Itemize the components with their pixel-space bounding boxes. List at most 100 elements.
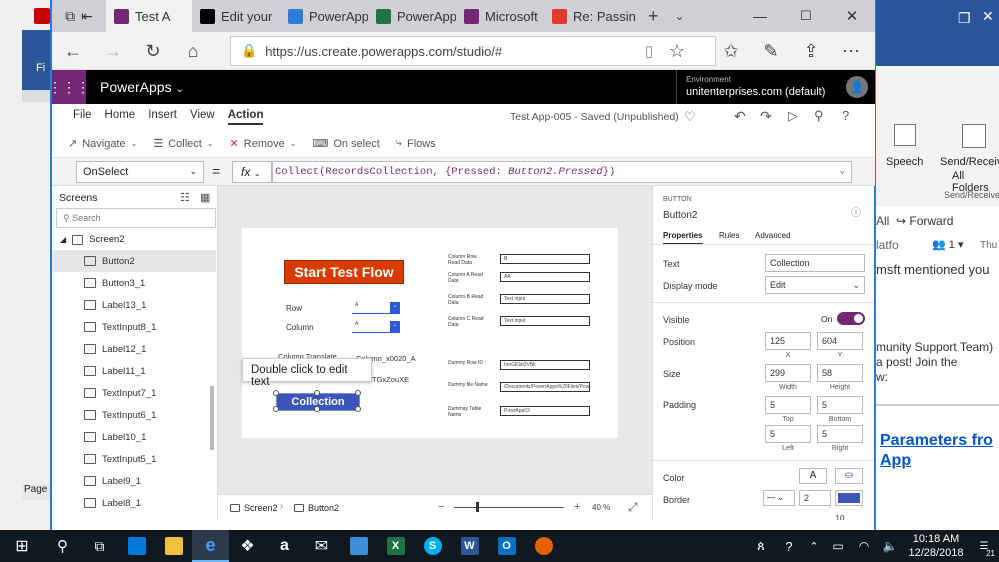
- menu-file[interactable]: File: [73, 109, 92, 125]
- tree-item[interactable]: Button2: [52, 250, 216, 272]
- width-input[interactable]: 299: [765, 364, 811, 382]
- border-thickness-input[interactable]: 2: [799, 490, 831, 506]
- tab-properties[interactable]: Properties: [663, 231, 703, 245]
- tree-scrollbar[interactable]: [210, 386, 214, 450]
- zoom-out-icon[interactable]: −: [438, 501, 444, 513]
- skype-icon[interactable]: S: [414, 530, 451, 562]
- border-color-button[interactable]: [835, 490, 863, 506]
- help-tray-icon[interactable]: ?: [775, 530, 803, 562]
- search-button[interactable]: ⚲: [44, 530, 81, 562]
- canvas-text-input[interactable]: AA: [500, 272, 590, 282]
- tab-manager-buttons[interactable]: ⧉ ⇤: [52, 0, 106, 32]
- canvas-text-input[interactable]: /Documents/PowerApps%20Files/Power: [500, 382, 590, 392]
- list-view-icon[interactable]: ☷: [180, 191, 190, 204]
- menu-action[interactable]: Action: [227, 109, 264, 125]
- action-center-icon[interactable]: ☰ 21: [969, 530, 999, 562]
- status-screen[interactable]: Screen2: [230, 503, 278, 513]
- browser-tab[interactable]: PowerApp: [368, 0, 456, 32]
- height-input[interactable]: 58: [817, 364, 863, 382]
- tree-item[interactable]: Label10_1: [52, 426, 216, 448]
- user-avatar[interactable]: 👤: [846, 76, 868, 98]
- send-receive-icon[interactable]: [962, 124, 986, 148]
- mail-icon[interactable]: ✉: [303, 530, 340, 562]
- resize-handle-b[interactable]: [314, 406, 320, 412]
- grid-view-icon[interactable]: ▦: [200, 191, 210, 204]
- property-dropdown[interactable]: OnSelect ⌄: [76, 161, 204, 183]
- tree-item[interactable]: Label12_1: [52, 338, 216, 360]
- status-control[interactable]: Button2: [294, 503, 339, 513]
- padding-top-input[interactable]: 5: [765, 396, 811, 414]
- app-checker-icon[interactable]: ♡: [684, 109, 696, 125]
- maximize-button[interactable]: ☐: [783, 0, 829, 32]
- browser-tab[interactable]: Microsoft: [456, 0, 544, 32]
- flows-button[interactable]: ⤷ Flows: [396, 137, 436, 150]
- tree-item[interactable]: Label13_1: [52, 294, 216, 316]
- dropbox-icon[interactable]: ❖: [229, 530, 266, 562]
- padding-right-input[interactable]: 5: [817, 425, 863, 443]
- tab-rules[interactable]: Rules: [719, 231, 739, 240]
- file-explorer-icon[interactable]: [155, 530, 192, 562]
- firefox-icon[interactable]: [525, 530, 562, 562]
- outlook-icon[interactable]: O: [488, 530, 525, 562]
- canvas-text-input[interactable]: hnrGKbit3VBk: [500, 360, 590, 370]
- back-tabs-icon[interactable]: ⇤: [81, 8, 93, 25]
- amazon-icon[interactable]: a: [266, 530, 303, 562]
- battery-icon[interactable]: ▭: [825, 530, 851, 562]
- text-prop-input[interactable]: Collection: [765, 254, 865, 272]
- menu-home[interactable]: Home: [105, 109, 136, 125]
- zoom-in-icon[interactable]: +: [574, 501, 580, 513]
- browser-tab[interactable]: Test A: [106, 0, 192, 32]
- browser-tab[interactable]: PowerApp: [280, 0, 368, 32]
- wifi-icon[interactable]: ◠: [851, 530, 877, 562]
- help-circle-icon[interactable]: ⓘ: [851, 204, 861, 219]
- tab-list-chevron-icon[interactable]: ⌄: [667, 0, 693, 32]
- close-window-button[interactable]: ✕: [829, 0, 875, 32]
- back-button[interactable]: ←: [60, 38, 86, 64]
- fill-color-icon[interactable]: ⛀: [835, 468, 863, 484]
- tab-advanced[interactable]: Advanced: [755, 231, 791, 240]
- border-style-dropdown[interactable]: — ⌄: [763, 490, 795, 506]
- position-y-input[interactable]: 604: [817, 332, 863, 350]
- favorites-hub-icon[interactable]: ✩: [718, 38, 744, 64]
- home-button[interactable]: ⌂: [180, 38, 206, 64]
- resize-handle-tl[interactable]: [273, 390, 279, 396]
- tree-item[interactable]: TextInput5_1: [52, 448, 216, 470]
- clock[interactable]: 10:18 AM 12/28/2018: [903, 532, 969, 560]
- tree-item[interactable]: Label11_1: [52, 360, 216, 382]
- next-prop-value[interactable]: 10: [817, 514, 863, 520]
- fit-to-window-icon[interactable]: ⤢: [628, 500, 638, 515]
- task-view-button[interactable]: ⧉: [81, 530, 118, 562]
- help-icon[interactable]: ?: [842, 108, 849, 123]
- resize-handle-br[interactable]: [355, 406, 361, 412]
- tree-item[interactable]: TextInput6_1: [52, 404, 216, 426]
- padding-left-input[interactable]: 5: [765, 425, 811, 443]
- tree-item[interactable]: Label9_1: [52, 470, 216, 492]
- send-receive-label[interactable]: Send/Receive: [940, 156, 999, 168]
- minimize-button[interactable]: —: [737, 0, 783, 32]
- canvas-text-input[interactable]: B: [500, 254, 590, 264]
- tray-chevron-icon[interactable]: ⌃: [803, 530, 825, 562]
- share-icon[interactable]: ⇪: [798, 38, 824, 64]
- display-mode-dropdown[interactable]: Edit ⌄: [765, 276, 865, 294]
- tree-item[interactable]: Button3_1: [52, 272, 216, 294]
- canvas-text-input[interactable]: Text input: [500, 316, 590, 326]
- volume-icon[interactable]: 🔈: [877, 530, 903, 562]
- pen-icon[interactable]: ✎: [758, 38, 784, 64]
- environment-value[interactable]: unitenterprises.com (default): [686, 86, 825, 98]
- more-icon[interactable]: ⋯: [838, 38, 864, 64]
- canvas-text-input[interactable]: PowrApp02: [500, 406, 590, 416]
- resize-handle-t[interactable]: [314, 390, 320, 396]
- redo-icon[interactable]: ↷: [760, 108, 772, 125]
- menu-insert[interactable]: Insert: [148, 109, 177, 125]
- remove-button[interactable]: ✕ Remove ⌄: [230, 137, 297, 151]
- browser-tab[interactable]: Re: Passin: [544, 0, 640, 32]
- new-tab-button[interactable]: +: [640, 0, 667, 32]
- tree-item[interactable]: Label8_1: [52, 492, 216, 514]
- resize-handle-bl[interactable]: [273, 406, 279, 412]
- fx-button[interactable]: fx ⌄: [232, 161, 272, 183]
- resize-handle-tr[interactable]: [355, 390, 361, 396]
- link-line-2[interactable]: App: [880, 452, 911, 470]
- formula-input[interactable]: Collect(RecordsCollection, {Pressed: But…: [272, 161, 852, 183]
- favorite-star-icon[interactable]: ☆: [664, 38, 690, 64]
- font-color-button[interactable]: A: [799, 468, 827, 484]
